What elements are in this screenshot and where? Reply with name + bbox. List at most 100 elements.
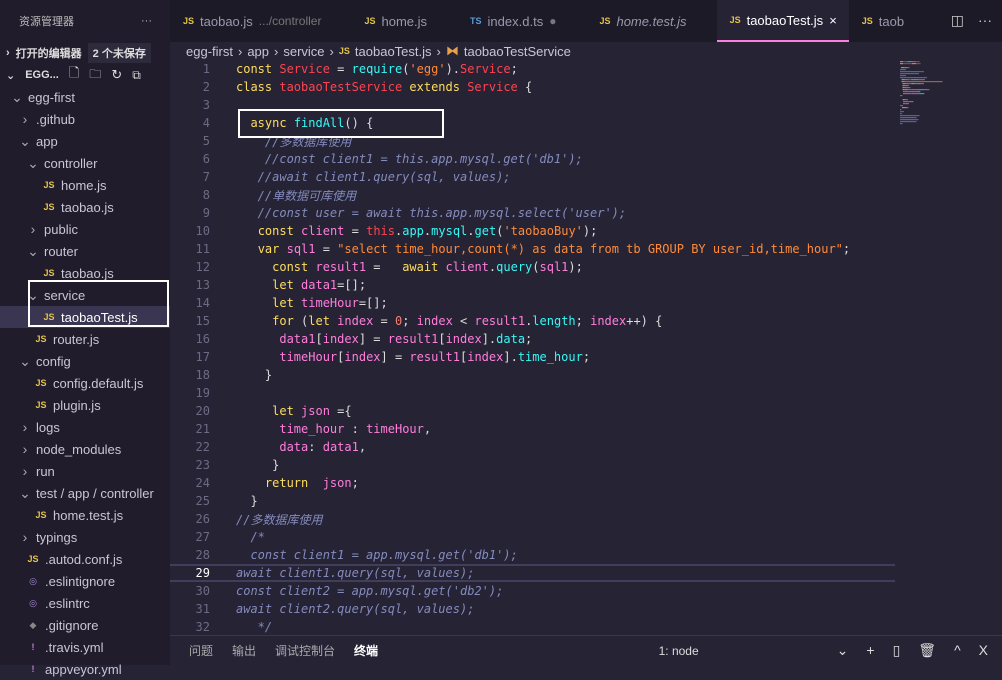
tab-index-d-ts[interactable]: TS index.d.ts ● (457, 0, 586, 42)
close-icon[interactable]: X (979, 642, 988, 659)
close-icon[interactable]: × (829, 13, 837, 28)
minimap-mark (916, 79, 918, 81)
minimap-mark (901, 81, 904, 83)
chevron-right-icon: › (22, 529, 28, 545)
tab-home-js[interactable]: JS home.js (351, 0, 457, 42)
tree-item-label: home.test.js (53, 507, 124, 523)
chevron-up-icon[interactable]: ^ (954, 642, 961, 659)
tree-item[interactable]: JS home.js (0, 174, 170, 196)
panel-tab[interactable]: 问题 (189, 642, 213, 659)
tree-item[interactable]: JS router.js (0, 328, 170, 350)
refresh-icon[interactable]: ↻ (111, 67, 122, 83)
tree-item[interactable]: JS plugin.js (0, 394, 170, 416)
line-text: //多数据库使用 (236, 511, 322, 528)
tree-item[interactable]: ! .travis.yml (0, 636, 170, 658)
line-number: 7 (202, 170, 210, 184)
tree-item[interactable]: ⌄ router (0, 240, 170, 262)
minimap-mark (900, 105, 903, 107)
minimap-mark (916, 89, 920, 91)
tree-item[interactable]: ◎ .eslintignore (0, 570, 170, 592)
tree-item[interactable]: › logs (0, 416, 170, 438)
tree-item[interactable]: ⌄ app (0, 130, 170, 152)
breadcrumb-item[interactable]: app (247, 44, 269, 59)
tree-item[interactable]: JS taobao.js (0, 196, 170, 218)
tree-item-label: plugin.js (53, 397, 101, 413)
tab-taobaoTest-js[interactable]: JS taobaoTest.js × (716, 0, 849, 42)
tree-item[interactable]: ◆ .gitignore (0, 614, 170, 636)
tree-item[interactable]: › run (0, 460, 170, 482)
tree-item[interactable]: ◎ .eslintrc (0, 592, 170, 614)
minimap-mark (905, 91, 906, 93)
tree-item-label: router (44, 243, 78, 259)
line-number: 21 (195, 422, 210, 436)
panel-tab[interactable]: 调试控制台 (275, 642, 335, 659)
code-token: ] = (380, 350, 410, 364)
tree-item[interactable]: JS config.default.js (0, 372, 170, 394)
js-file-icon: JS (35, 400, 47, 410)
code-token: ; (842, 242, 851, 256)
tree-item[interactable]: › node_modules (0, 438, 170, 460)
panel-tab[interactable]: 输出 (232, 642, 256, 659)
minimap[interactable] (895, 60, 1002, 635)
minimap-mark (900, 123, 903, 125)
minimap-mark (907, 101, 909, 103)
breadcrumb-item[interactable]: service (283, 44, 324, 59)
terminal-select[interactable]: 1: node (659, 644, 699, 658)
code-line: 11 var sql1 = "select time_hour,count(*)… (170, 240, 895, 258)
trash-icon[interactable]: 🗑 (918, 642, 936, 659)
tab-taob[interactable]: JS taob (849, 0, 934, 42)
split-editor-icon[interactable]: ◫ (951, 12, 964, 29)
tree-item[interactable]: › public (0, 218, 170, 240)
tree-item[interactable]: ⌄ test / app / controller (0, 482, 170, 504)
code-token: ={ (329, 404, 352, 418)
new-folder-icon[interactable]: 🗀 (89, 65, 101, 86)
breadcrumb-item[interactable]: taobaoTestService (464, 44, 571, 59)
tree-item[interactable]: ⌄ controller (0, 152, 170, 174)
code-token: extends (409, 80, 468, 94)
breadcrumb-item[interactable]: egg-first (186, 44, 233, 59)
panel-actions: 1: node ⌄ + ▯ 🗑 ^ X (659, 642, 988, 659)
line-text: await client1.query(sql, values); (236, 566, 474, 580)
more-actions-icon[interactable]: ··· (978, 12, 992, 29)
code-token: let (272, 296, 302, 310)
tree-item[interactable]: ! appveyor.yml (0, 658, 170, 680)
code-token: await client1.query(sql, values); (236, 566, 475, 580)
open-editors-section[interactable]: › 打开的编辑器 2 个未保存 (0, 42, 170, 64)
tree-item[interactable]: JS .autod.conf.js (0, 548, 170, 570)
more-actions-icon[interactable]: ··· (141, 15, 152, 27)
minimap-mark (913, 79, 914, 81)
chevron-down-icon[interactable]: ⌄ (837, 642, 849, 659)
tree-item[interactable]: › typings (0, 526, 170, 548)
panel-tab[interactable]: 终端 (354, 642, 378, 659)
code-line: 6 //const client1 = this.app.mysql.get('… (170, 150, 895, 168)
tree-item-label: taobao.js (61, 199, 114, 215)
code-token: index (416, 314, 453, 328)
project-section[interactable]: ⌄ EGG... 🗋 🗀 ↻ ⧉ (0, 64, 170, 86)
tab-taobao-js[interactable]: JS taobao.js .../controller (170, 0, 351, 42)
minimap-mark (905, 83, 909, 85)
collapse-all-icon[interactable]: ⧉ (132, 68, 141, 83)
breadcrumb-item[interactable]: taobaoTest.js (355, 44, 432, 59)
tree-item[interactable]: JS home.test.js (0, 504, 170, 526)
code-line: 28 const client1 = app.mysql.get('db1'); (170, 546, 895, 564)
code-token: index (590, 314, 627, 328)
line-text: } (236, 368, 272, 382)
tree-item[interactable]: › .github (0, 108, 170, 130)
line-text: time_hour : timeHour, (236, 422, 431, 436)
new-file-icon[interactable]: 🗋 (69, 64, 79, 86)
tree-item[interactable]: ⌄ config (0, 350, 170, 372)
tree-item-label: .github (36, 111, 76, 127)
split-icon[interactable]: ▯ (893, 642, 901, 659)
code-editor[interactable]: 1 const Service = require('egg').Service;… (170, 60, 895, 636)
tree-item[interactable]: ⌄ egg-first (0, 86, 170, 108)
plus-icon[interactable]: + (866, 642, 874, 659)
tab-home-test-js[interactable]: JS home.test.js (586, 0, 716, 42)
code-token: ( (532, 260, 540, 274)
code-token: let (272, 404, 302, 418)
code-token: } (236, 458, 280, 472)
breadcrumb-separator: › (274, 43, 279, 59)
code-line: 27 /* (170, 528, 895, 546)
tree-item-label: .travis.yml (45, 639, 104, 655)
